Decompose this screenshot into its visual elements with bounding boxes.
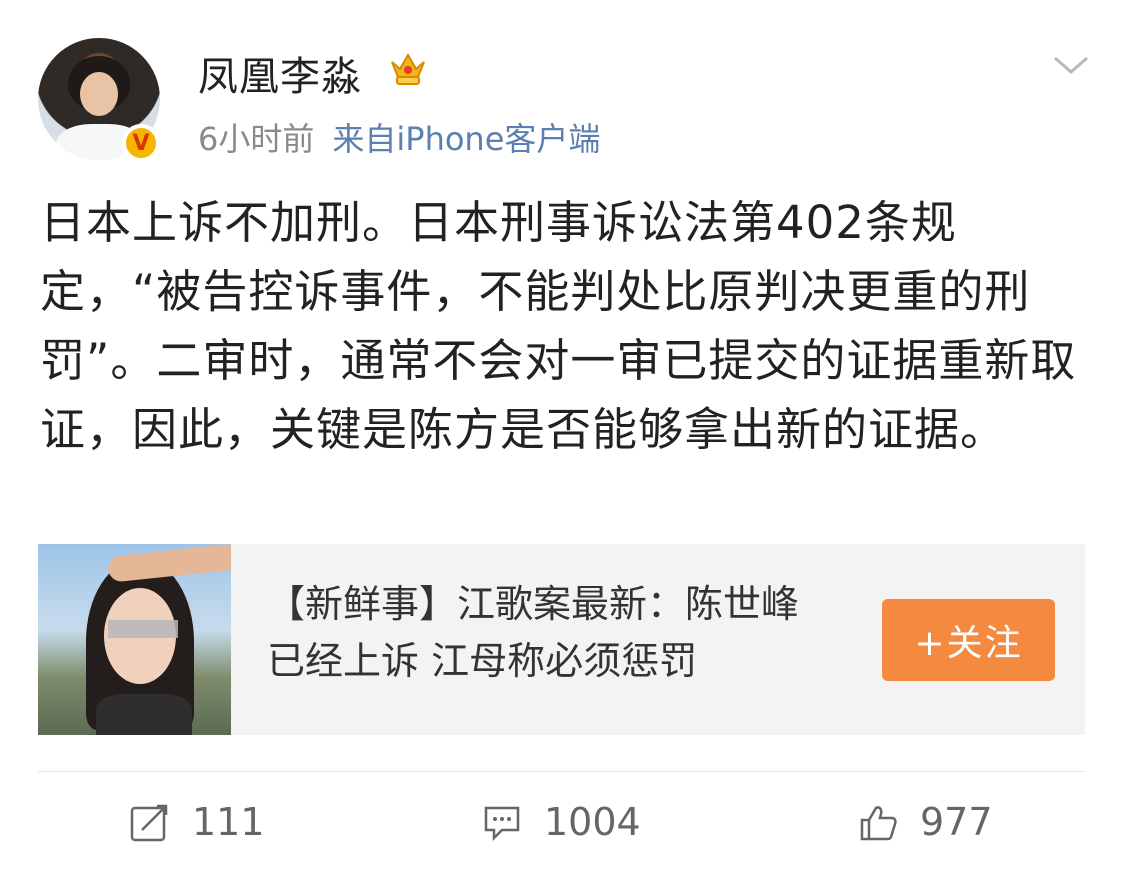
like-icon [860,806,897,841]
post-content: 日本上诉不加刑。日本刑事诉讼法第402条规定，“被告控诉事件，不能判处比原判决更… [40,196,1077,456]
thumbnail-blur [108,620,178,638]
like-button[interactable]: 977 [856,790,993,854]
comment-count: 1004 [544,800,641,844]
post-source[interactable]: 来自iPhone客户端 [332,120,600,158]
repost-button[interactable]: 111 [128,790,265,854]
verified-badge: V [122,124,160,162]
follow-button[interactable]: +关注 [882,599,1055,681]
repost-count: 111 [192,800,265,844]
divider [38,771,1085,772]
avatar-face [80,72,118,116]
linked-card[interactable]: 【新鲜事】江歌案最新：陈世峰已经上诉 江母称必须惩罚 +关注 [38,544,1085,735]
comment-icon [484,806,520,842]
repost-icon [130,804,168,842]
card-thumbnail[interactable] [38,544,231,735]
like-count: 977 [920,800,993,844]
post-header: V 凤凰李淼 6小时前 来自iPhone客户端 [0,0,1125,170]
chevron-down-icon[interactable] [1051,52,1091,78]
crown-icon [391,52,425,85]
comment-button[interactable]: 1004 [480,790,641,854]
post-time: 6小时前 [198,120,315,158]
username[interactable]: 凤凰李淼 [198,44,362,102]
post-meta: 6小时前 来自iPhone客户端 [198,114,600,160]
card-title[interactable]: 【新鲜事】江歌案最新：陈世峰已经上诉 江母称必须惩罚 [267,576,827,690]
thumbnail-shirt [96,694,192,735]
action-bar: 111 1004 977 [0,790,1125,854]
